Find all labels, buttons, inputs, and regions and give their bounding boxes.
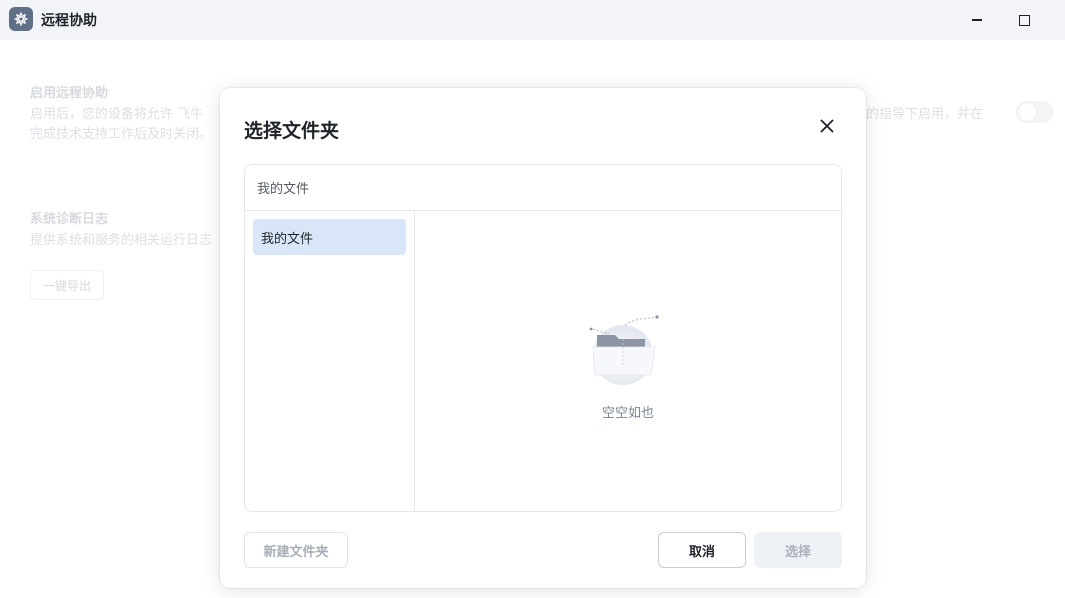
export-button[interactable]: 一键导出 [30,270,104,300]
remote-assist-desc-left: 启用后，您的设备将允许 飞牛 [30,107,204,122]
folder-tree: 我的文件 [245,211,415,511]
minimize-icon [972,19,982,21]
path-breadcrumb: 我的文件 [245,165,841,211]
diag-log-desc: 提供系统和服务的相关运行日志 [30,233,213,248]
breadcrumb-item[interactable]: 我的文件 [257,178,309,197]
empty-state-text: 空空如也 [601,406,654,421]
tree-item-my-files[interactable]: 我的文件 [253,219,406,255]
app-title: 远程协助 [41,13,97,29]
select-button[interactable]: 选择 [754,532,842,568]
remote-assist-desc-right: 的指导下启用，并在 [866,107,984,122]
folder-content: 空空如也 [415,211,841,511]
empty-folder-icon [589,315,659,385]
gear-icon [9,7,33,31]
remote-assist-desc-line2: 完成技术支持工作后及时关闭。 [30,127,213,142]
new-folder-button[interactable]: 新建文件夹 [244,532,348,568]
diag-log-title: 系统诊断日志 [30,212,109,227]
folder-browser: 我的文件 我的文件 空空如也 [244,164,842,512]
maximize-button[interactable] [1010,6,1038,34]
maximize-icon [1018,14,1030,26]
tree-item-label: 我的文件 [261,231,314,247]
toggle-knob [1018,103,1036,121]
remote-assist-title: 启用远程协助 [30,86,109,101]
dialog-title: 选择文件夹 [244,120,340,142]
cancel-button[interactable]: 取消 [658,532,746,568]
app-window: 远程协助 启用远程协助 启用后，您的设备将允许 飞牛 的指导下启用，并在 完成技… [0,0,1065,598]
remote-assist-toggle[interactable] [1016,101,1054,123]
title-bar: 远程协助 [0,0,1065,40]
close-button[interactable] [817,116,837,136]
select-folder-dialog: 选择文件夹 我的文件 我的文件 空空如也 新建文件夹 取消 选择 [220,88,866,588]
minimize-button[interactable] [963,6,991,34]
close-icon [820,119,834,133]
